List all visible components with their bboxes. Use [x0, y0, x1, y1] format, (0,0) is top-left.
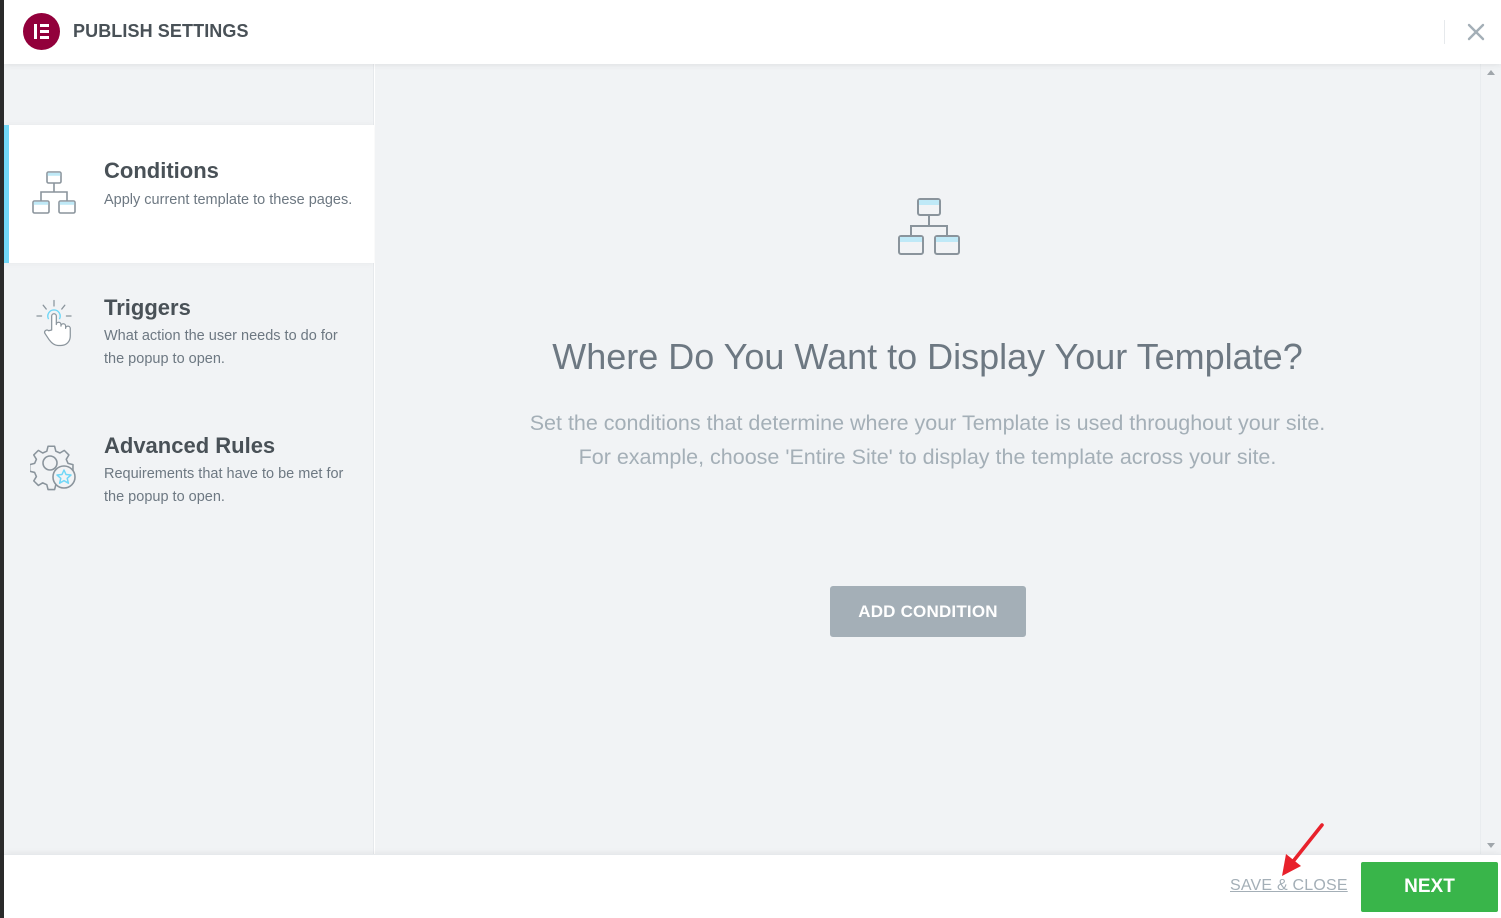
sidebar-item-description: Requirements that have to be met for the…: [104, 466, 344, 505]
gear-star-icon: [30, 445, 76, 491]
pointer-hand-icon: [36, 299, 72, 347]
sidebar-item-triggers[interactable]: Triggers What action the user needs to d…: [4, 263, 374, 401]
sidebar-item-title: Triggers: [104, 295, 191, 320]
save-close-link[interactable]: SAVE & CLOSE: [1230, 877, 1348, 895]
close-button[interactable]: [1462, 18, 1490, 46]
dialog-header: PUBLISH SETTINGS: [4, 0, 1501, 64]
sidebar-item-title: Advanced Rules: [104, 433, 276, 458]
vertical-scrollbar[interactable]: [1480, 64, 1501, 854]
dialog-title: PUBLISH SETTINGS: [73, 21, 249, 41]
next-button[interactable]: NEXT: [1361, 862, 1498, 912]
conditions-description: Set the conditions that determine where …: [375, 406, 1480, 474]
description-line: Set the conditions that determine where …: [529, 411, 1326, 435]
settings-sidebar: Conditions Apply current template to the…: [4, 64, 374, 854]
sidebar-item-title: Conditions: [104, 158, 219, 183]
conditions-panel: Where Do You Want to Display Your Templa…: [375, 64, 1480, 854]
sidebar-item-description: Apply current template to these pages.: [104, 192, 353, 208]
sitemap-icon: [32, 171, 76, 214]
scroll-up-icon[interactable]: [1487, 70, 1495, 75]
page-title: Where Do You Want to Display Your Templa…: [552, 336, 1303, 377]
sidebar-item-description: What action the user needs to do for the…: [104, 328, 338, 367]
scroll-down-icon[interactable]: [1487, 843, 1495, 848]
description-line: For example, choose 'Entire Site' to dis…: [578, 445, 1277, 469]
add-condition-button[interactable]: ADD CONDITION: [830, 586, 1026, 637]
header-divider: [1444, 20, 1445, 44]
close-icon: [1467, 23, 1485, 41]
elementor-logo-icon: [23, 13, 60, 50]
sitemap-icon: [898, 198, 960, 255]
sidebar-item-advanced-rules[interactable]: Advanced Rules Requirements that have to…: [4, 401, 374, 539]
annotation-arrow-icon: [1282, 823, 1324, 876]
sidebar-item-conditions[interactable]: Conditions Apply current template to the…: [4, 125, 374, 263]
publish-settings-dialog: PUBLISH SETTINGS Conditions Apply curren…: [0, 0, 1501, 918]
